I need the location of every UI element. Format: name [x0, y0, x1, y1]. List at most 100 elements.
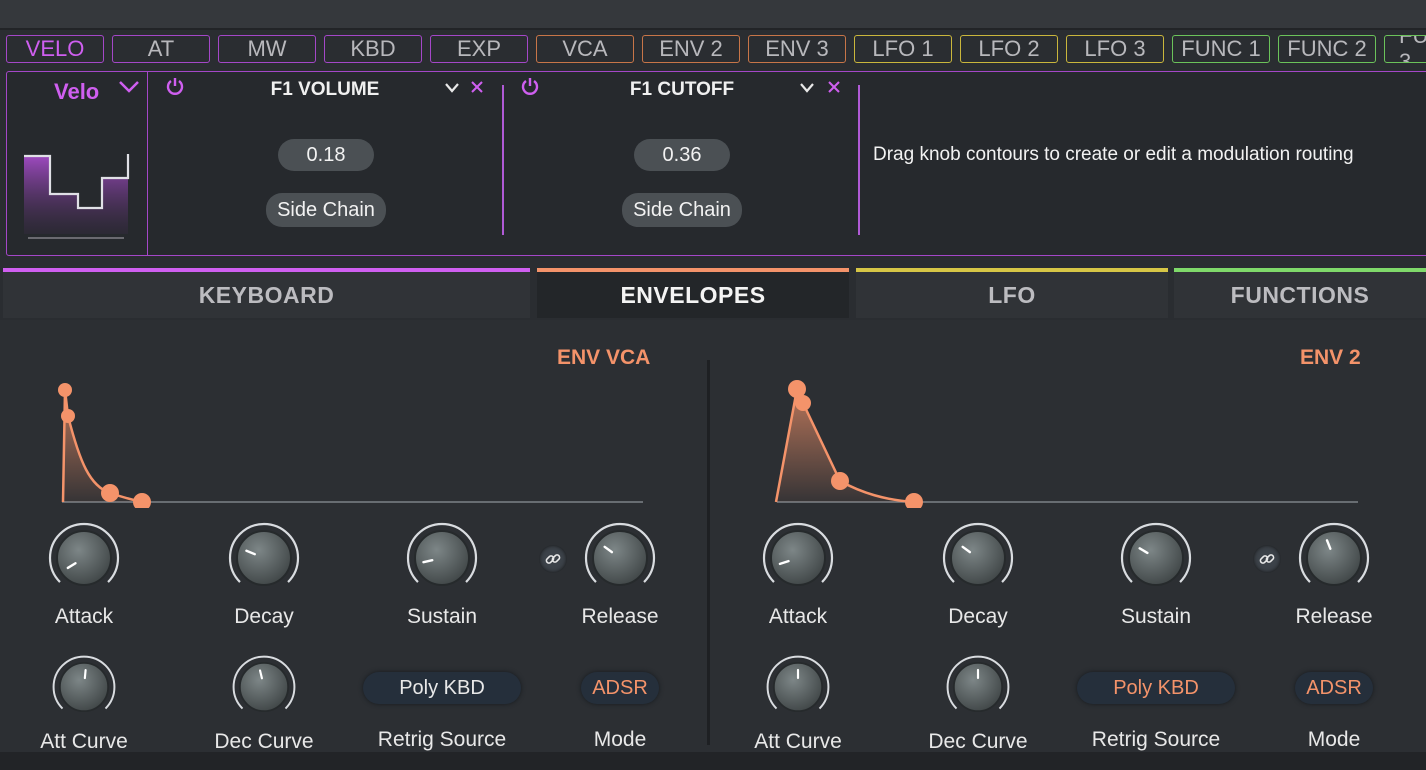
- knob-body: [238, 661, 290, 713]
- attack-knob[interactable]: Attack: [34, 520, 134, 629]
- mod-tab-func1[interactable]: FUNC 1: [1172, 35, 1270, 63]
- mod-source-name: Velo: [54, 79, 100, 104]
- decay-knob[interactable]: Decay: [928, 520, 1028, 629]
- chevron-down-icon[interactable]: [799, 77, 815, 100]
- knob-dial[interactable]: [1296, 520, 1372, 596]
- release-knob[interactable]: Release: [1284, 520, 1384, 629]
- decay-knob[interactable]: Decay: [214, 520, 314, 629]
- knob-dial[interactable]: [226, 520, 302, 596]
- knob-label: Att Curve: [40, 730, 128, 753]
- bottom-bar: [0, 752, 1426, 770]
- chevron-down-icon[interactable]: [444, 77, 460, 100]
- knob-label: Decay: [234, 605, 294, 628]
- decay-handle[interactable]: [795, 395, 811, 411]
- tab-lfo[interactable]: LFO: [856, 268, 1168, 318]
- close-icon[interactable]: [470, 77, 484, 100]
- dec-curve-knob[interactable]: Dec Curve: [928, 653, 1028, 754]
- knob-body: [1306, 530, 1362, 586]
- retrig-source-dropdown[interactable]: Poly KBD: [363, 672, 521, 704]
- knob-dial[interactable]: [46, 520, 122, 596]
- side-chain-button[interactable]: Side Chain: [266, 193, 386, 227]
- release-knob[interactable]: Release: [570, 520, 670, 629]
- knob-dial[interactable]: [404, 520, 480, 596]
- retrig-source-label: Retrig Source: [1091, 728, 1221, 751]
- velocity-curve-icon: [24, 154, 130, 239]
- knob-body: [950, 530, 1006, 586]
- att-curve-knob[interactable]: Att Curve: [748, 653, 848, 754]
- release-handle[interactable]: [133, 493, 151, 508]
- release-handle[interactable]: [905, 493, 923, 508]
- mod-amount-value[interactable]: 0.36: [634, 139, 730, 171]
- section-tabs: KEYBOARD ENVELOPES LFO FUNCTIONS: [0, 268, 1426, 320]
- knob-dial[interactable]: [582, 520, 658, 596]
- decay-handle[interactable]: [61, 409, 75, 423]
- mod-tab-func3[interactable]: FUNC 3: [1384, 35, 1426, 63]
- sustain-handle[interactable]: [101, 484, 119, 502]
- mod-source-tabs: VELO AT MW KBD EXP VCA ENV 2 ENV 3 LFO 1…: [0, 35, 1426, 67]
- att-curve-knob[interactable]: Att Curve: [34, 653, 134, 754]
- routing-hint-text: Drag knob contours to create or edit a m…: [873, 144, 1354, 165]
- mod-tab-at[interactable]: AT: [112, 35, 210, 63]
- knob-indicator: [83, 669, 87, 680]
- mod-tab-kbd[interactable]: KBD: [324, 35, 422, 63]
- mod-tab-velo[interactable]: VELO: [6, 35, 104, 63]
- attack-knob[interactable]: Attack: [748, 520, 848, 629]
- envelope-divider: [707, 360, 710, 745]
- top-toolbar: [0, 0, 1426, 30]
- knob-dial[interactable]: [944, 653, 1012, 721]
- mode-dropdown[interactable]: ADSR: [581, 672, 659, 704]
- env-vca-title: ENV VCA: [557, 346, 651, 369]
- link-icon[interactable]: [539, 545, 567, 573]
- env-2-graph[interactable]: [770, 368, 1370, 508]
- sustain-handle[interactable]: [831, 472, 849, 490]
- env-vca-graph[interactable]: [55, 368, 655, 508]
- knob-label: Att Curve: [754, 730, 842, 753]
- knob-dial[interactable]: [940, 520, 1016, 596]
- envelopes-panel: ENV VCA Attack Decay Sustain Release Att…: [0, 320, 1426, 754]
- knob-label: Sustain: [406, 605, 478, 628]
- mod-tab-func2[interactable]: FUNC 2: [1278, 35, 1376, 63]
- knob-dial[interactable]: [230, 653, 298, 721]
- mod-slot-2: F1 CUTOFF 0.36 Side Chain: [505, 71, 860, 256]
- slot-divider: [502, 85, 504, 235]
- chevron-down-icon[interactable]: [118, 77, 140, 100]
- mod-tab-exp[interactable]: EXP: [430, 35, 528, 63]
- mode-dropdown[interactable]: ADSR: [1295, 672, 1373, 704]
- knob-body: [1128, 530, 1184, 586]
- tab-functions[interactable]: FUNCTIONS: [1174, 268, 1426, 318]
- tab-envelopes[interactable]: ENVELOPES: [537, 268, 849, 318]
- attack-handle[interactable]: [58, 383, 72, 397]
- tab-keyboard[interactable]: KEYBOARD: [3, 268, 530, 318]
- knob-dial[interactable]: [764, 653, 832, 721]
- link-icon[interactable]: [1253, 545, 1281, 573]
- mode-label: Mode: [1307, 728, 1361, 751]
- knob-body: [414, 530, 470, 586]
- mod-tab-env3[interactable]: ENV 3: [748, 35, 846, 63]
- knob-dial[interactable]: [50, 653, 118, 721]
- mod-tab-vca[interactable]: VCA: [536, 35, 634, 63]
- mod-slot-1: F1 VOLUME 0.18 Side Chain: [150, 71, 505, 256]
- close-icon[interactable]: [827, 77, 841, 100]
- mod-tab-lfo1[interactable]: LFO 1: [854, 35, 952, 63]
- mod-tab-mw[interactable]: MW: [218, 35, 316, 63]
- retrig-source-dropdown[interactable]: Poly KBD: [1077, 672, 1235, 704]
- knob-body: [770, 530, 826, 586]
- knob-dial[interactable]: [760, 520, 836, 596]
- knob-label: Dec Curve: [214, 730, 314, 753]
- sustain-knob[interactable]: Sustain: [392, 520, 492, 629]
- knob-label: Release: [1295, 605, 1373, 628]
- retrig-source-label: Retrig Source: [377, 728, 507, 751]
- mod-source-selector[interactable]: Velo: [6, 71, 148, 256]
- dec-curve-knob[interactable]: Dec Curve: [214, 653, 314, 754]
- knob-label: Dec Curve: [928, 730, 1028, 753]
- knob-body: [236, 530, 292, 586]
- mod-tab-env2[interactable]: ENV 2: [642, 35, 740, 63]
- mod-tab-lfo3[interactable]: LFO 3: [1066, 35, 1164, 63]
- sustain-knob[interactable]: Sustain: [1106, 520, 1206, 629]
- mode-label: Mode: [593, 728, 647, 751]
- mod-amount-value[interactable]: 0.18: [278, 139, 374, 171]
- knob-dial[interactable]: [1118, 520, 1194, 596]
- mod-tab-lfo2[interactable]: LFO 2: [960, 35, 1058, 63]
- side-chain-button[interactable]: Side Chain: [622, 193, 742, 227]
- knob-label: Attack: [768, 605, 828, 628]
